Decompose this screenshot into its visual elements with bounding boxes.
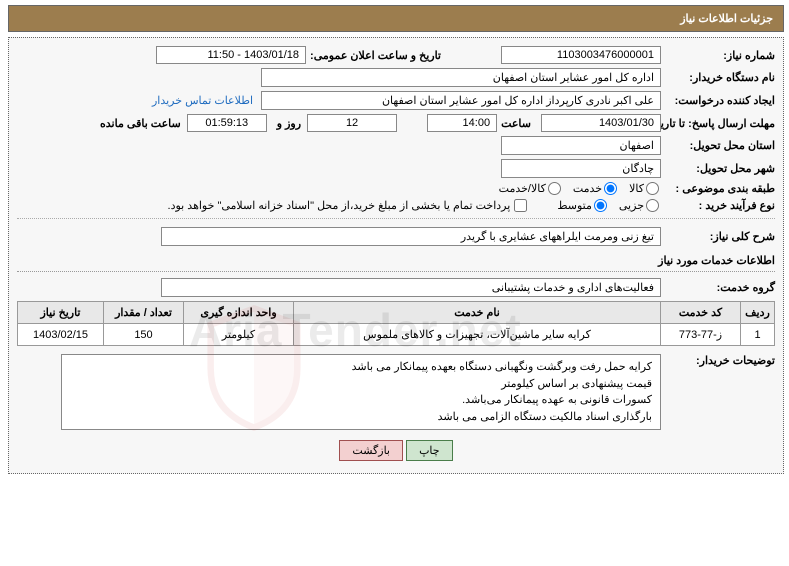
buyer-note-line: قیمت پیشنهادی بر اساس کیلومتر — [70, 376, 652, 393]
need-desc-label: شرح کلی نیاز: — [665, 230, 775, 243]
svc-info-title: اطلاعات خدمات مورد نیاز — [17, 254, 775, 272]
svc-group-label: گروه خدمت: — [665, 281, 775, 294]
table-header: تعداد / مقدار — [104, 302, 184, 324]
print-button[interactable]: چاپ — [406, 440, 453, 461]
table-header: کد خدمت — [661, 302, 741, 324]
services-table: ردیفکد خدمتنام خدمتواحد اندازه گیریتعداد… — [17, 301, 775, 346]
bt-partial-label: جزیی — [619, 199, 644, 212]
table-cell: 150 — [104, 324, 184, 346]
table-header: نام خدمت — [294, 302, 661, 324]
cat-goods-radio[interactable] — [646, 182, 659, 195]
buyer-notes-label: توضیحات خریدار: — [665, 354, 775, 367]
buyer-note-line: بارگذاری اسناد مالکیت دستگاه الزامی می ب… — [70, 409, 652, 426]
table-row: 1ز-77-773کرایه سایر ماشین‌آلات، تجهیزات … — [18, 324, 775, 346]
table-header: واحد اندازه گیری — [184, 302, 294, 324]
deadline-date: 1403/01/30 — [541, 114, 661, 132]
paynote-check[interactable] — [514, 199, 527, 212]
province-value: اصفهان — [501, 136, 661, 155]
table-cell: کرایه سایر ماشین‌آلات، تجهیزات و کالاهای… — [294, 324, 661, 346]
table-header: تاریخ نیاز — [18, 302, 104, 324]
main-panel: AriaTender.net شماره نیاز: 1103003476000… — [8, 37, 784, 474]
paynote-label: پرداخت تمام یا بخشی از مبلغ خرید،از محل … — [168, 199, 511, 212]
province-label: استان محل تحویل: — [665, 139, 775, 152]
cat-goods-label: کالا — [629, 182, 644, 195]
bt-medium-label: متوسط — [557, 199, 592, 212]
cat-service-radio[interactable] — [604, 182, 617, 195]
need-desc-value: تیغ زنی ومرمت ایلراههای عشایری با گریدر — [161, 227, 661, 246]
time-left-label: ساعت باقی مانده — [100, 117, 181, 130]
days-and-label: روز و — [277, 117, 301, 130]
buyer-org-value: اداره کل امور عشایر استان اصفهان — [261, 68, 661, 87]
category-label: طبقه بندی موضوعی : — [665, 182, 775, 195]
table-cell: 1 — [741, 324, 775, 346]
announce-dt-label: تاریخ و ساعت اعلان عمومی: — [310, 49, 441, 62]
days-left: 12 — [307, 114, 397, 132]
table-cell: کیلومتر — [184, 324, 294, 346]
need-no-value: 1103003476000001 — [501, 46, 661, 64]
table-cell: 1403/02/15 — [18, 324, 104, 346]
buyer-org-label: نام دستگاه خریدار: — [665, 71, 775, 84]
city-label: شهر محل تحویل: — [665, 162, 775, 175]
buyer-notes-box: کرایه حمل رفت وبرگشت ونگهبانی دستگاه بعه… — [61, 354, 661, 430]
countdown: 01:59:13 — [187, 114, 267, 132]
cat-gs-label: کالا/خدمت — [499, 182, 546, 195]
deadline-label: مهلت ارسال پاسخ: تا تاریخ: — [665, 117, 775, 130]
cat-service-label: خدمت — [573, 182, 602, 195]
contact-link[interactable]: اطلاعات تماس خریدار — [152, 94, 253, 107]
buyer-note-line: کرایه حمل رفت وبرگشت ونگهبانی دستگاه بعه… — [70, 359, 652, 376]
deadline-time: 14:00 — [427, 114, 497, 132]
buyer-note-line: کسورات قانونی به عهده پیمانکار می‌باشد. — [70, 392, 652, 409]
bt-partial-radio[interactable] — [646, 199, 659, 212]
buy-type-label: نوع فرآیند خرید : — [665, 199, 775, 212]
time-label: ساعت — [501, 117, 531, 130]
announce-dt-value: 1403/01/18 - 11:50 — [156, 46, 306, 64]
need-no-label: شماره نیاز: — [665, 49, 775, 62]
city-value: چادگان — [501, 159, 661, 178]
bt-medium-radio[interactable] — [594, 199, 607, 212]
table-cell: ز-77-773 — [661, 324, 741, 346]
svc-group-value: فعالیت‌های اداری و خدمات پشتیبانی — [161, 278, 661, 297]
cat-gs-radio[interactable] — [548, 182, 561, 195]
back-button[interactable]: بازگشت — [339, 440, 403, 461]
table-header: ردیف — [741, 302, 775, 324]
requester-label: ایجاد کننده درخواست: — [665, 94, 775, 107]
requester-value: علی اکبر نادری کارپرداز اداره کل امور عش… — [261, 91, 661, 110]
page-title: جزئیات اطلاعات نیاز — [8, 5, 784, 32]
